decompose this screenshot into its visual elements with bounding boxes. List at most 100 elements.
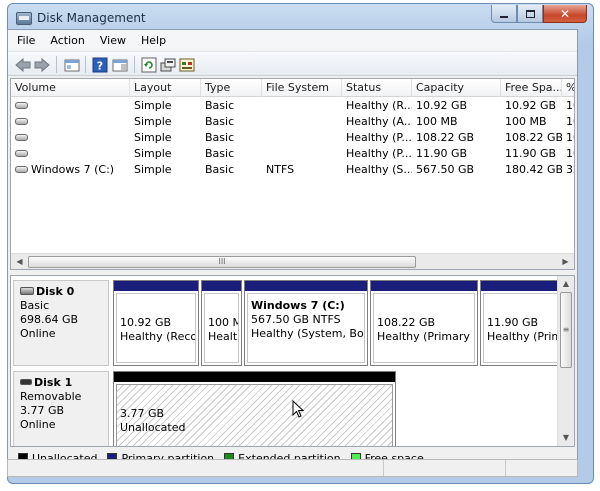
volume-file-system <box>262 146 342 162</box>
partition-status: Healthy (Recov <box>120 330 196 343</box>
volume-list-horizontal-scrollbar[interactable]: ◀ III ▶ <box>11 253 574 269</box>
partition-size: 100 M <box>208 316 239 329</box>
menu-file[interactable]: File <box>17 34 35 47</box>
partition-system-reserved[interactable]: 100 M Healt <box>201 280 242 366</box>
volume-type: Basic <box>205 115 235 128</box>
partition-size: 108.22 GB <box>377 316 436 329</box>
settings-icon[interactable] <box>179 57 195 73</box>
disk-1-size: 3.77 GB <box>20 404 65 417</box>
toolbar-separator <box>56 56 57 73</box>
disk-1-state: Online <box>20 418 56 431</box>
show-hide-pane-icon[interactable] <box>112 57 128 73</box>
minimize-button[interactable] <box>491 5 517 23</box>
hard-disk-icon <box>20 286 34 295</box>
volume-list-header: Volume Layout Type File System Status Ca… <box>11 79 574 97</box>
maximize-button[interactable] <box>517 5 543 23</box>
volume-percent-free: 100 <box>566 147 574 160</box>
volume-free-space: 10.92 GB <box>505 99 557 112</box>
disk-0-kind: Basic <box>20 299 50 312</box>
volume-drive-icon <box>15 165 28 173</box>
volume-layout: Simple <box>134 147 172 160</box>
menu-help[interactable]: Help <box>141 34 166 47</box>
volume-type: Basic <box>205 163 235 176</box>
horizontal-scroll-thumb[interactable]: III <box>28 256 416 268</box>
volume-list: Volume Layout Type File System Status Ca… <box>10 78 575 270</box>
volume-type: Basic <box>205 99 235 112</box>
volume-file-system: NTFS <box>266 163 295 176</box>
disk-0-state: Online <box>20 327 56 340</box>
volume-capacity: 100 MB <box>416 115 458 128</box>
maximize-icon <box>525 9 535 18</box>
partition-size: 3.77 GB <box>120 407 165 420</box>
volume-layout: Simple <box>134 163 172 176</box>
volume-drive-icon <box>15 117 28 125</box>
volume-status: Healthy (P... <box>346 147 412 160</box>
refresh-icon[interactable] <box>141 57 157 73</box>
volume-type: Basic <box>205 147 235 160</box>
menu-action[interactable]: Action <box>50 34 84 47</box>
caption-buttons: ✕ <box>491 5 587 23</box>
help-icon[interactable]: ? <box>92 57 108 73</box>
menu-view[interactable]: View <box>100 34 126 47</box>
column-header-file-system[interactable]: File System <box>262 79 342 97</box>
volume-file-system <box>262 114 342 130</box>
partition-windows-7-c[interactable]: Windows 7 (C:) 567.50 GB NTFS Healthy (S… <box>244 280 368 366</box>
disk-0-name: Disk 0 <box>36 285 75 298</box>
removable-disk-icon <box>20 378 32 385</box>
volume-capacity: 10.92 GB <box>416 99 468 112</box>
volume-row[interactable]: Simple Basic Healthy (P... 11.90 GB 11.9… <box>11 146 574 162</box>
volume-free-space: 108.22 GB <box>505 131 562 144</box>
volume-row[interactable]: Simple Basic Healthy (A... 100 MB 100 MB… <box>11 114 574 130</box>
partition-status: Unallocated <box>120 421 186 434</box>
disk-0-size: 698.64 GB <box>20 313 79 326</box>
volume-status: Healthy (R... <box>346 99 412 112</box>
column-header-free-space[interactable]: Free Spa... <box>501 79 562 97</box>
column-header-layout[interactable]: Layout <box>130 79 201 97</box>
partition-status: Healthy (Primar <box>487 330 566 343</box>
disk-management-app-icon <box>16 12 32 25</box>
scroll-left-icon[interactable]: ◀ <box>11 254 28 269</box>
partition-status: Healthy (Primary Pa <box>377 330 474 343</box>
scroll-down-icon[interactable]: ▼ <box>558 430 574 446</box>
status-bar-segment <box>506 460 577 476</box>
volume-capacity: 108.22 GB <box>416 131 475 144</box>
column-header-capacity[interactable]: Capacity <box>412 79 501 97</box>
partition-primary-108gb[interactable]: 108.22 GB Healthy (Primary Pa <box>370 280 478 366</box>
disk-graphical-view: Disk 0 Basic 698.64 GB Online 10.92 GB H… <box>10 275 575 447</box>
back-arrow-icon[interactable] <box>15 57 31 73</box>
column-header-volume[interactable]: Volume <box>11 79 130 97</box>
window-title: Disk Management <box>37 11 146 25</box>
volume-row[interactable]: Simple Basic Healthy (P... 108.22 GB 108… <box>11 130 574 146</box>
forward-arrow-icon[interactable] <box>34 57 50 73</box>
status-bar <box>7 459 578 477</box>
volume-row[interactable]: Windows 7 (C:) Simple Basic NTFS Healthy… <box>11 162 574 178</box>
column-header-percent-free[interactable]: % F <box>562 79 574 97</box>
volume-percent-free: 100 <box>566 131 574 144</box>
partition-recovery[interactable]: 10.92 GB Healthy (Recov <box>113 280 199 366</box>
volume-percent-free: 100 <box>566 115 574 128</box>
close-button[interactable]: ✕ <box>543 5 587 23</box>
title-bar[interactable]: Disk Management ✕ <box>8 4 593 32</box>
column-header-status[interactable]: Status <box>342 79 412 97</box>
toolbar-separator <box>134 56 135 73</box>
vertical-scroll-thumb[interactable]: ≡ <box>560 292 572 368</box>
disk-view-vertical-scrollbar[interactable]: ▲ ≡ ▼ <box>557 276 574 446</box>
volume-file-system <box>262 98 342 114</box>
status-bar-segment <box>8 460 384 476</box>
volume-capacity: 11.90 GB <box>416 147 468 160</box>
partition-primary-11gb[interactable]: 11.90 GB Healthy (Primar <box>480 280 569 366</box>
volume-status: Healthy (P... <box>346 131 412 144</box>
column-header-type[interactable]: Type <box>201 79 262 97</box>
properties-pane-icon[interactable] <box>64 57 80 73</box>
rescan-disks-icon[interactable] <box>160 57 176 73</box>
volume-status: Healthy (A... <box>346 115 412 128</box>
partition-unallocated[interactable]: 3.77 GB Unallocated <box>113 371 396 446</box>
partition-size: 10.92 GB <box>120 316 172 329</box>
disk-1-label[interactable]: Disk 1 Removable 3.77 GB Online <box>13 371 109 446</box>
volume-row[interactable]: Simple Basic Healthy (R... 10.92 GB 10.9… <box>11 98 574 114</box>
scroll-up-icon[interactable]: ▲ <box>558 276 574 292</box>
scroll-right-icon[interactable]: ▶ <box>557 254 574 269</box>
disk-0-label[interactable]: Disk 0 Basic 698.64 GB Online <box>13 280 109 366</box>
volume-name: Windows 7 (C:) <box>31 163 115 176</box>
volume-status: Healthy (S... <box>346 163 412 176</box>
